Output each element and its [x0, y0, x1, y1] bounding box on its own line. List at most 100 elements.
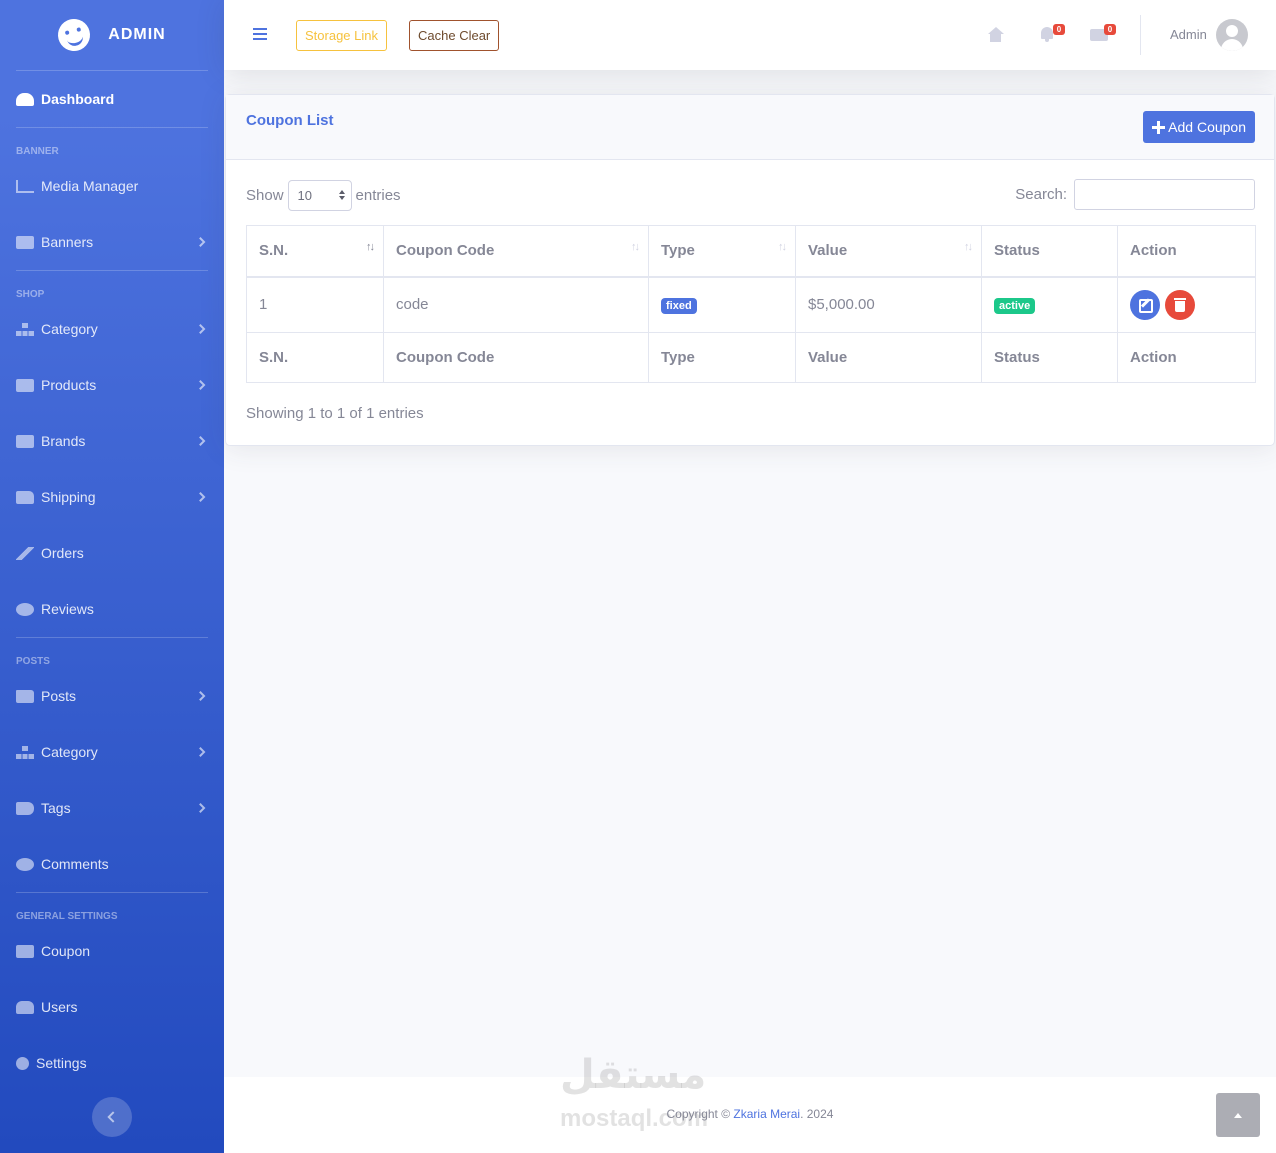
- column-header-label: S.N.: [259, 242, 289, 260]
- sidebar-heading-banner: BANNER: [16, 146, 59, 157]
- sidebar-item-post-category[interactable]: Category: [0, 724, 224, 780]
- topbar-divider: [1140, 15, 1141, 55]
- sidebar-item-banners[interactable]: Banners: [0, 214, 224, 270]
- chevron-right-icon: [195, 691, 206, 701]
- column-header-value[interactable]: Value ↑↓: [795, 225, 982, 278]
- user-name[interactable]: Admin: [1170, 27, 1207, 42]
- column-header-coupon-code[interactable]: Coupon Code ↑↓: [383, 225, 649, 278]
- cache-clear-button[interactable]: Cache Clear: [409, 20, 500, 51]
- footer-header-sn: S.N.: [246, 332, 384, 383]
- alerts-badge: 0: [1053, 24, 1065, 35]
- add-coupon-button[interactable]: Add Coupon: [1143, 111, 1255, 143]
- sidebar-item-users[interactable]: Users: [0, 979, 224, 1035]
- sidebar-item-tags[interactable]: Tags: [0, 780, 224, 836]
- footer: مستقل mostaql.com Copyright © Zkaria Mer…: [224, 1055, 1276, 1153]
- sidebar-toggle-button[interactable]: [92, 1097, 132, 1137]
- image-icon: [16, 235, 34, 249]
- column-header-label: Action: [1130, 242, 1177, 260]
- column-header-type[interactable]: Type ↑↓: [648, 225, 796, 278]
- sidebar-item-label: Brands: [41, 433, 86, 449]
- page-length-select[interactable]: 10: [287, 180, 352, 211]
- sidebar-item-dashboard[interactable]: Dashboard: [0, 71, 224, 127]
- footer-header-type: Type: [648, 332, 796, 383]
- search-control: Search:: [1015, 179, 1255, 210]
- sitemap-icon: [16, 322, 34, 336]
- sidebar-brand[interactable]: ADMIN: [0, 0, 224, 70]
- sort-icon: ↑↓: [778, 241, 787, 253]
- table-icon: [16, 434, 34, 448]
- cell-type: fixed: [648, 276, 796, 333]
- cubes-icon: [16, 378, 34, 392]
- cell-coupon-code: code: [383, 276, 649, 333]
- sidebar-item-label: Products: [41, 377, 97, 393]
- tags-icon: [16, 801, 34, 815]
- messages-badge: 0: [1104, 24, 1116, 35]
- type-badge: fixed: [661, 297, 697, 314]
- sidebar-item-label: Orders: [41, 545, 84, 561]
- tachometer-icon: [16, 92, 34, 106]
- coupon-list-card: Coupon List Add Coupon Show 10 entries S…: [225, 94, 1275, 446]
- scroll-to-top-button[interactable]: [1216, 1093, 1260, 1137]
- sidebar-item-category[interactable]: Category: [0, 301, 224, 357]
- delete-button[interactable]: [1165, 289, 1196, 320]
- column-header-label: Coupon Code: [396, 242, 495, 260]
- chevron-right-icon: [195, 324, 206, 334]
- sidebar-item-media-manager[interactable]: Media Manager: [0, 158, 224, 214]
- add-coupon-label: Add Coupon: [1168, 119, 1246, 135]
- sidebar-item-label: Tags: [41, 800, 71, 816]
- entries-label: entries: [355, 187, 401, 204]
- edit-button[interactable]: [1130, 289, 1160, 320]
- sidebar-item-label: Shipping: [41, 489, 96, 505]
- sort-icon: ↑↓: [631, 241, 640, 253]
- footer-header-status: Status: [981, 332, 1118, 383]
- hamburger-menu-icon[interactable]: [253, 28, 267, 40]
- sidebar-item-orders[interactable]: Orders: [0, 525, 224, 581]
- page-length-value: 10: [297, 188, 312, 203]
- search-label: Search:: [1015, 186, 1067, 203]
- cell-value: $5,000.00: [795, 276, 982, 333]
- cell-action: [1117, 276, 1256, 333]
- sidebar-item-brands[interactable]: Brands: [0, 413, 224, 469]
- sort-icon: ↑↓: [964, 241, 973, 253]
- author-link[interactable]: Zkaria Merai: [733, 1107, 800, 1121]
- watermark-logo: مستقل: [560, 1053, 707, 1097]
- sidebar-item-shipping[interactable]: Shipping: [0, 469, 224, 525]
- search-input[interactable]: [1074, 179, 1255, 210]
- avatar[interactable]: [1216, 19, 1248, 51]
- sidebar-item-reviews[interactable]: Reviews: [0, 581, 224, 637]
- sidebar-heading-posts: POSTS: [16, 656, 50, 667]
- comments-icon: [16, 602, 34, 616]
- chevron-right-icon: [195, 380, 206, 390]
- sidebar-item-label: Users: [41, 999, 78, 1015]
- chevron-right-icon: [195, 237, 206, 247]
- comments-icon: [16, 857, 34, 871]
- sidebar-item-settings[interactable]: Settings: [0, 1035, 224, 1091]
- chevron-right-icon: [195, 747, 206, 757]
- sidebar-heading-general-settings: GENERAL SETTINGS: [16, 911, 118, 922]
- cell-status: active: [981, 276, 1118, 333]
- users-icon: [16, 1000, 34, 1014]
- table-icon: [16, 944, 34, 958]
- column-header-sn[interactable]: S.N. ↑↓: [246, 225, 384, 278]
- sidebar-item-comments[interactable]: Comments: [0, 836, 224, 892]
- table-info: Showing 1 to 1 of 1 entries: [246, 405, 424, 422]
- column-header-action: Action: [1117, 225, 1256, 278]
- sidebar-item-label: Settings: [36, 1055, 87, 1071]
- sidebar-item-coupon[interactable]: Coupon: [0, 923, 224, 979]
- copyright: Copyright © Zkaria Merai. 2024: [224, 1107, 1276, 1121]
- storage-link-button[interactable]: Storage Link: [296, 20, 387, 51]
- chevron-right-icon: [195, 492, 206, 502]
- chevron-right-icon: [195, 803, 206, 813]
- column-header-label: Status: [994, 242, 1040, 260]
- sitemap-icon: [16, 745, 34, 759]
- sidebar-item-products[interactable]: Products: [0, 357, 224, 413]
- sidebar-item-label: Category: [41, 744, 98, 760]
- sidebar-item-posts[interactable]: Posts: [0, 668, 224, 724]
- plus-icon: [1152, 120, 1166, 134]
- sidebar-item-label: Reviews: [41, 601, 94, 617]
- home-icon[interactable]: [986, 27, 1004, 42]
- chevron-right-icon: [195, 436, 206, 446]
- laugh-wink-icon: [54, 15, 94, 55]
- sidebar: ADMIN Dashboard BANNER Media Manager Ban…: [0, 0, 224, 1153]
- footer-header-value: Value: [795, 332, 982, 383]
